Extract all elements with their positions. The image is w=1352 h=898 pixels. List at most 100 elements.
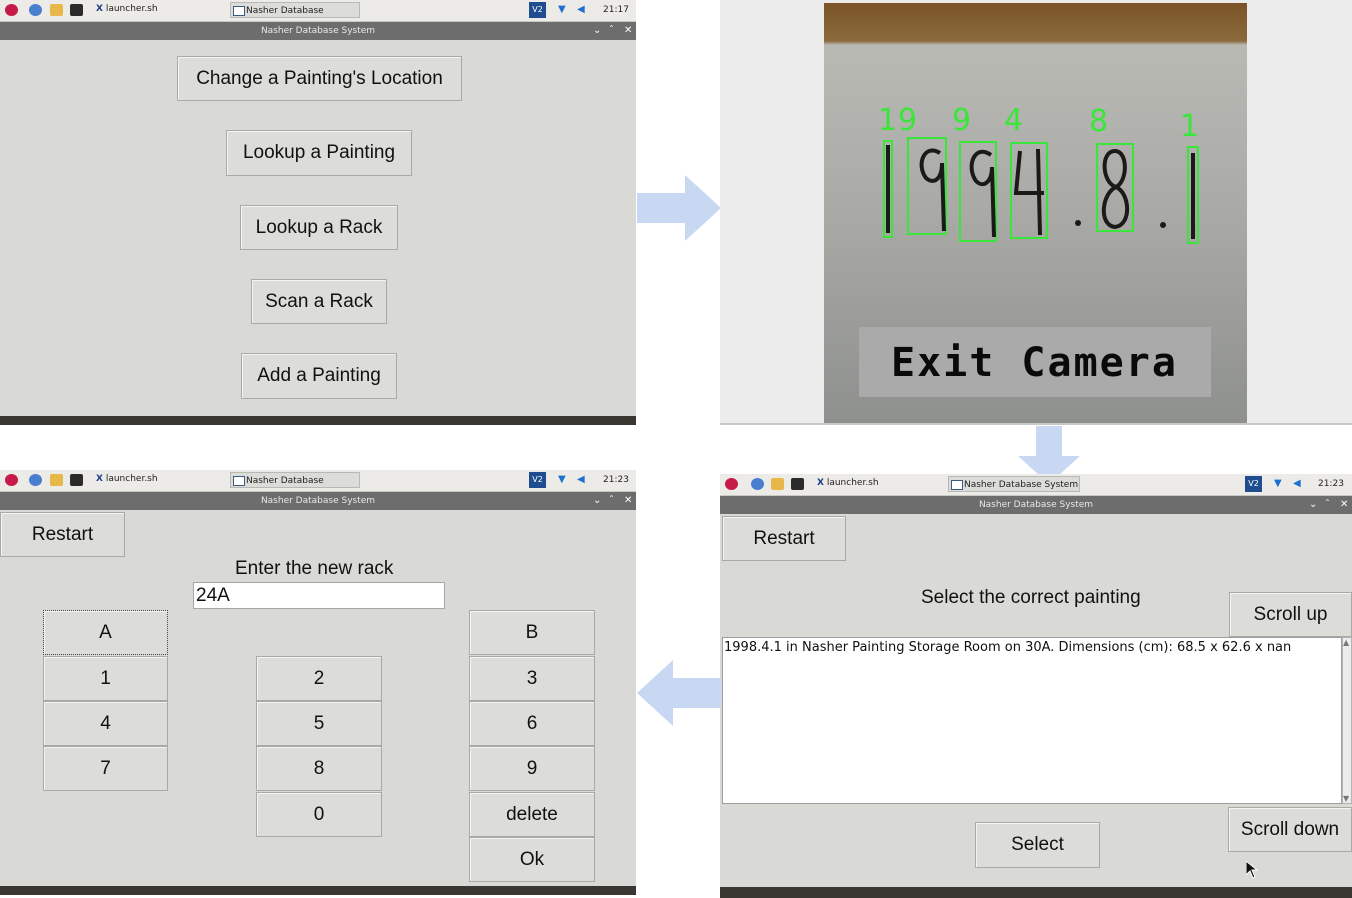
launcher-item[interactable]: X launcher.sh — [817, 478, 879, 488]
launcher-label: launcher.sh — [826, 478, 879, 488]
key-2[interactable]: 2 — [256, 656, 382, 701]
restart-button[interactable]: Restart — [722, 516, 846, 561]
file-manager-icon[interactable] — [50, 4, 63, 16]
taskbar-window-button[interactable]: Nasher Database System — [230, 2, 360, 32]
scroll-up-button[interactable]: Scroll up — [1229, 592, 1352, 637]
window-titlebar: Nasher Database System ⌄ ˆ ✕ — [0, 22, 636, 40]
key-3[interactable]: 3 — [469, 656, 595, 701]
rack-prompt: Enter the new rack — [235, 558, 394, 579]
key-9-label: 9 — [526, 758, 538, 779]
add-painting-button[interactable]: Add a Painting — [241, 353, 397, 399]
detection-box — [959, 141, 997, 242]
camera-feed: 1 9 9 4 8 1 Exit Camera — [824, 3, 1247, 424]
raspberry-menu-icon[interactable] — [725, 478, 738, 490]
change-location-button[interactable]: Change a Painting's Location — [177, 56, 462, 101]
rack-input[interactable]: 24A — [193, 582, 445, 609]
list-item[interactable]: 1998.4.1 in Nasher Painting Storage Room… — [724, 640, 1291, 655]
select-button[interactable]: Select — [975, 822, 1100, 868]
window-title: Nasher Database System — [260, 496, 376, 506]
predicted-digit: 4 — [1004, 103, 1024, 138]
restart-button[interactable]: Restart — [0, 512, 125, 557]
lookup-rack-button[interactable]: Lookup a Rack — [240, 205, 398, 250]
window-titlebar: Nasher Database System ⌄ ˆ ✕ — [0, 492, 636, 510]
add-painting-label: Add a Painting — [257, 365, 381, 386]
maximize-icon[interactable]: ˆ — [609, 22, 614, 40]
clock: 21:23 — [1318, 479, 1344, 489]
window-titlebar: Nasher Database System ⌄ ˆ ✕ — [720, 496, 1352, 514]
key-1[interactable]: 1 — [43, 656, 168, 701]
minimize-icon[interactable]: ⌄ — [593, 22, 601, 40]
key-8-label: 8 — [313, 758, 325, 779]
listbox-scrollbar[interactable]: ▲ ▼ — [1342, 637, 1352, 804]
vnc-icon[interactable]: V2 — [529, 472, 546, 488]
file-manager-icon[interactable] — [50, 474, 63, 486]
clock: 21:17 — [603, 5, 629, 15]
key-b[interactable]: B — [469, 610, 595, 655]
key-7[interactable]: 7 — [43, 746, 168, 791]
volume-icon[interactable]: ◀ — [1293, 478, 1301, 489]
volume-icon[interactable]: ◀ — [577, 474, 585, 485]
key-a[interactable]: A — [43, 610, 168, 655]
browser-icon[interactable] — [29, 4, 42, 16]
vnc-icon[interactable]: V2 — [529, 2, 546, 18]
terminal-icon[interactable] — [70, 4, 83, 16]
terminal-icon[interactable] — [791, 478, 804, 490]
results-listbox[interactable]: 1998.4.1 in Nasher Painting Storage Room… — [722, 637, 1342, 804]
key-1-label: 1 — [100, 668, 111, 689]
key-0-label: 0 — [313, 804, 325, 825]
desktop-strip — [0, 886, 636, 895]
raspberry-menu-icon[interactable] — [5, 474, 18, 486]
lookup-painting-button[interactable]: Lookup a Painting — [226, 130, 412, 176]
key-4[interactable]: 4 — [43, 701, 168, 746]
close-icon[interactable]: ✕ — [624, 492, 632, 510]
vnc-icon[interactable]: V2 — [1245, 476, 1262, 492]
exit-camera-button[interactable]: Exit Camera — [859, 327, 1211, 397]
file-manager-icon[interactable] — [771, 478, 784, 490]
key-9[interactable]: 9 — [469, 746, 595, 791]
maximize-icon[interactable]: ˆ — [609, 492, 614, 510]
maximize-icon[interactable]: ˆ — [1325, 496, 1330, 514]
predicted-digit: 1 — [1180, 109, 1200, 144]
raspberry-menu-icon[interactable] — [5, 4, 18, 16]
volume-icon[interactable]: ◀ — [577, 4, 585, 15]
key-5[interactable]: 5 — [256, 701, 382, 746]
launcher-icon: X — [817, 478, 824, 488]
desktop-strip — [0, 416, 636, 425]
predicted-digit: 8 — [1089, 104, 1109, 139]
ok-label: Ok — [519, 849, 545, 870]
clock: 21:23 — [603, 475, 629, 485]
delete-button[interactable]: delete — [469, 792, 595, 837]
key-8[interactable]: 8 — [256, 746, 382, 791]
key-6-label: 6 — [526, 713, 538, 734]
taskbar-window-button[interactable]: Nasher Database System — [230, 472, 360, 502]
browser-icon[interactable] — [751, 478, 764, 490]
browser-icon[interactable] — [29, 474, 42, 486]
scroll-down-arrow-icon[interactable]: ▼ — [1343, 794, 1349, 803]
key-5-label: 5 — [313, 713, 325, 734]
delete-label: delete — [506, 804, 558, 825]
restart-label: Restart — [753, 528, 815, 549]
close-icon[interactable]: ✕ — [624, 22, 632, 40]
predicted-digit: 1 — [878, 103, 898, 138]
minimize-icon[interactable]: ⌄ — [1309, 496, 1317, 514]
key-6[interactable]: 6 — [469, 701, 595, 746]
left-arrow-icon — [637, 660, 721, 726]
launcher-item[interactable]: X launcher.sh — [96, 4, 158, 14]
launcher-item[interactable]: X launcher.sh — [96, 474, 158, 484]
launcher-label: launcher.sh — [105, 4, 158, 14]
wifi-icon[interactable]: ▼ — [1274, 478, 1282, 489]
taskbar: X launcher.sh Nasher Database System V2 … — [0, 470, 636, 502]
terminal-icon[interactable] — [70, 474, 83, 486]
key-0[interactable]: 0 — [256, 792, 382, 837]
wifi-icon[interactable]: ▼ — [558, 474, 566, 485]
taskbar-window-button[interactable]: Nasher Database System — [948, 476, 1080, 492]
scan-rack-label: Scan a Rack — [265, 291, 373, 312]
close-icon[interactable]: ✕ — [1340, 496, 1348, 514]
scroll-down-button[interactable]: Scroll down — [1228, 807, 1352, 852]
wifi-icon[interactable]: ▼ — [558, 4, 566, 15]
scan-rack-button[interactable]: Scan a Rack — [251, 279, 387, 324]
minimize-icon[interactable]: ⌄ — [593, 492, 601, 510]
predicted-digit: 9 — [952, 103, 972, 138]
ok-button[interactable]: Ok — [469, 837, 595, 882]
scroll-up-arrow-icon[interactable]: ▲ — [1343, 638, 1349, 647]
